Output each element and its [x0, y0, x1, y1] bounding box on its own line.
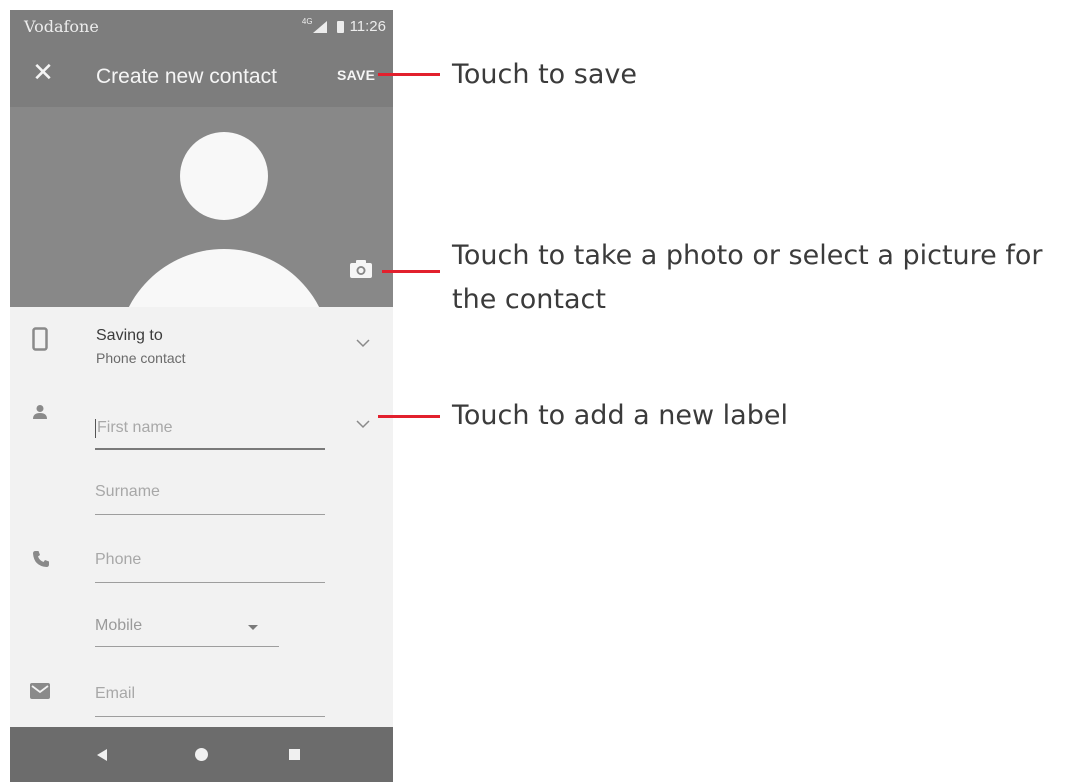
- dropdown-arrow-icon[interactable]: [248, 625, 258, 630]
- photo-callout-line2: the contact: [452, 284, 606, 315]
- save-callout: Touch to save: [452, 59, 637, 90]
- label-callout: Touch to add a new label: [452, 400, 788, 431]
- avatar-head: [180, 132, 268, 220]
- email-field[interactable]: Email: [95, 685, 135, 703]
- first-name-underline: [95, 448, 325, 450]
- avatar-body: [117, 249, 331, 307]
- email-icon: [30, 683, 50, 699]
- phone-type-select[interactable]: Mobile: [95, 617, 142, 635]
- phone-icon: [33, 551, 49, 567]
- phone-device-icon: [32, 327, 48, 351]
- text-cursor: [95, 419, 96, 438]
- phone-type-underline: [95, 646, 279, 647]
- name-chevron-down-icon[interactable]: [356, 420, 370, 429]
- back-icon[interactable]: [97, 749, 107, 761]
- photo-callout-line1: Touch to take a photo or select a pictur…: [452, 240, 1043, 271]
- label-callout-line: [378, 415, 440, 418]
- clock: 11:26: [349, 18, 386, 35]
- person-icon: [33, 405, 47, 419]
- save-callout-line: [378, 73, 440, 76]
- network-type: 4G: [301, 17, 313, 26]
- phone-field[interactable]: Phone: [95, 551, 141, 569]
- photo-callout-line: [382, 270, 440, 273]
- email-underline: [95, 716, 325, 717]
- contact-photo-area[interactable]: [10, 107, 393, 307]
- signal-icon: [312, 20, 327, 33]
- recents-icon[interactable]: [289, 749, 300, 760]
- camera-icon[interactable]: [349, 259, 373, 279]
- saving-to-value[interactable]: Phone contact: [96, 350, 186, 366]
- home-icon[interactable]: [195, 748, 208, 761]
- navigation-bar: [10, 727, 393, 782]
- first-name-field[interactable]: First name: [97, 419, 173, 437]
- app-bar: ✕ Create new contact SAVE: [10, 43, 393, 107]
- surname-underline: [95, 514, 325, 515]
- battery-icon: [336, 20, 344, 33]
- contact-form: Saving to Phone contact First name Surna…: [10, 307, 393, 727]
- account-chevron-down-icon[interactable]: [356, 339, 370, 348]
- status-bar: Vodafone 4G 11:26: [10, 10, 393, 43]
- status-icons: 4G 11:26: [301, 17, 386, 35]
- phone-screen: Vodafone 4G 11:26 ✕ Create new contact S…: [10, 10, 393, 782]
- surname-field[interactable]: Surname: [95, 483, 160, 501]
- page-title: Create new contact: [96, 65, 277, 88]
- close-icon[interactable]: ✕: [30, 57, 56, 87]
- phone-underline: [95, 582, 325, 583]
- carrier-name: Vodafone: [24, 17, 99, 36]
- save-button[interactable]: SAVE: [337, 67, 375, 83]
- saving-to-label: Saving to: [96, 327, 163, 344]
